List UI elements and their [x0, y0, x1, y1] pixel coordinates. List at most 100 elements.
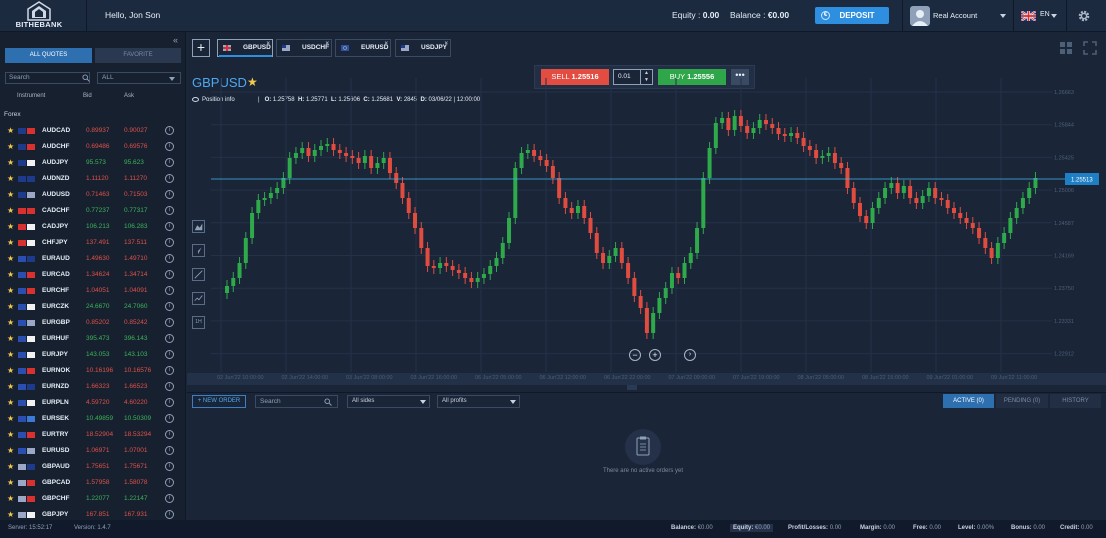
quote-row[interactable]: ★ AUDNZD 1.11120 1.11270 i	[0, 171, 185, 187]
favorite-star-icon[interactable]: ★	[7, 398, 14, 407]
tab-all-quotes[interactable]: ALL QUOTES	[5, 48, 92, 63]
profits-filter-select[interactable]: All profits	[437, 395, 520, 408]
favorite-star-icon[interactable]: ★	[7, 414, 14, 423]
favorite-star-icon[interactable]: ★	[7, 254, 14, 263]
instrument-search-input[interactable]: Search	[5, 72, 90, 84]
tab-history[interactable]: HISTORY	[1050, 394, 1101, 408]
tab-favorite[interactable]: FAVORITE	[95, 48, 181, 63]
tab-active-orders[interactable]: ACTIVE (0)	[943, 394, 994, 408]
favorite-star-icon[interactable]: ★	[7, 510, 14, 519]
info-icon[interactable]: i	[165, 302, 174, 311]
info-icon[interactable]: i	[165, 190, 174, 199]
quote-row[interactable]: ★ CHFJPY 137.491 137.511 i	[0, 235, 185, 251]
column-bid[interactable]: Bid	[83, 93, 92, 99]
favorite-star-icon[interactable]: ★	[7, 190, 14, 199]
favorite-star-icon[interactable]: ★	[7, 270, 14, 279]
resize-handle[interactable]	[627, 385, 637, 390]
quote-row[interactable]: ★ EURCZK 24.6670 24.7060 i	[0, 299, 185, 315]
group-filter-select[interactable]: ALL	[97, 72, 181, 84]
info-icon[interactable]: i	[165, 286, 174, 295]
info-icon[interactable]: i	[165, 462, 174, 471]
info-icon[interactable]: i	[165, 206, 174, 215]
favorite-star-icon[interactable]: ★	[7, 158, 14, 167]
favorite-star-icon[interactable]: ★	[7, 462, 14, 471]
favorite-star-icon[interactable]: ★	[7, 302, 14, 311]
info-icon[interactable]: i	[165, 158, 174, 167]
quote-row[interactable]: ★ AUDUSD 0.71463 0.71503 i	[0, 187, 185, 203]
candlestick-chart[interactable]: 1.26663 1.25844 1.25425 1.25006 1.24587 1.241…	[187, 32, 1106, 372]
favorite-star-icon[interactable]: ★	[7, 334, 14, 343]
chevron-down-icon[interactable]	[1000, 14, 1006, 18]
quote-row[interactable]: ★ EURSEK 10.49859 10.50309 i	[0, 411, 185, 427]
info-icon[interactable]: i	[165, 350, 174, 359]
info-icon[interactable]: i	[165, 382, 174, 391]
info-icon[interactable]: i	[165, 222, 174, 231]
uk-flag-icon[interactable]	[1021, 11, 1036, 21]
favorite-star-icon[interactable]: ★	[7, 174, 14, 183]
info-icon[interactable]: i	[165, 414, 174, 423]
info-icon[interactable]: i	[165, 238, 174, 247]
quote-row[interactable]: ★ EURCAD 1.34624 1.34714 i	[0, 267, 185, 283]
quote-row[interactable]: ★ GBPAUD 1.75651 1.75671 i	[0, 459, 185, 475]
quote-row[interactable]: ★ CADJPY 106.213 106.283 i	[0, 219, 185, 235]
info-icon[interactable]: i	[165, 366, 174, 375]
info-icon[interactable]: i	[165, 142, 174, 151]
favorite-star-icon[interactable]: ★	[7, 366, 14, 375]
quote-row[interactable]: ★ EURTRY 18.52904 18.53294 i	[0, 427, 185, 443]
sides-filter-select[interactable]: All sides	[347, 395, 430, 408]
favorite-star-icon[interactable]: ★	[7, 382, 14, 391]
quote-row[interactable]: ★ AUDCHF 0.69486 0.69576 i	[0, 139, 185, 155]
favorite-star-icon[interactable]: ★	[7, 446, 14, 455]
favorite-star-icon[interactable]: ★	[7, 494, 14, 503]
favorite-star-icon[interactable]: ★	[7, 142, 14, 151]
info-icon[interactable]: i	[165, 174, 174, 183]
quote-row[interactable]: ★ EURNZD 1.66323 1.66523 i	[0, 379, 185, 395]
new-order-button[interactable]: + NEW ORDER	[192, 395, 246, 408]
favorite-star-icon[interactable]: ★	[7, 238, 14, 247]
account-selector[interactable]: Real Account	[933, 11, 977, 20]
collapse-panel-icon[interactable]: «	[173, 35, 178, 45]
quote-row[interactable]: ★ EURNOK 10.16196 10.16576 i	[0, 363, 185, 379]
info-icon[interactable]: i	[165, 398, 174, 407]
group-label-forex[interactable]: Forex	[4, 111, 21, 118]
info-icon[interactable]: i	[165, 510, 174, 519]
favorite-star-icon[interactable]: ★	[7, 206, 14, 215]
info-icon[interactable]: i	[165, 126, 174, 135]
favorite-star-icon[interactable]: ★	[7, 430, 14, 439]
quote-row[interactable]: ★ CADCHF 0.77237 0.77317 i	[0, 203, 185, 219]
deposit-button[interactable]: € DEPOSIT	[815, 7, 889, 24]
favorite-star-icon[interactable]: ★	[7, 318, 14, 327]
zoom-out-icon[interactable]: −	[629, 349, 641, 361]
info-icon[interactable]: i	[165, 270, 174, 279]
column-ask[interactable]: Ask	[124, 93, 134, 99]
quote-row[interactable]: ★ EURHUF 395.473 396.143 i	[0, 331, 185, 347]
orders-search-input[interactable]: Search	[255, 395, 338, 408]
quote-row[interactable]: ★ EURCHF 1.04051 1.04091 i	[0, 283, 185, 299]
quote-row[interactable]: ★ EURJPY 143.053 143.103 i	[0, 347, 185, 363]
quote-row[interactable]: ★ EURAUD 1.49630 1.49710 i	[0, 251, 185, 267]
favorite-star-icon[interactable]: ★	[7, 350, 14, 359]
quote-row[interactable]: ★ GBPJPY 167.851 167.931 i	[0, 507, 185, 520]
info-icon[interactable]: i	[165, 478, 174, 487]
tab-pending-orders[interactable]: PENDING (0)	[996, 394, 1048, 408]
chevron-down-icon[interactable]	[1051, 14, 1057, 18]
quote-row[interactable]: ★ GBPCAD 1.57958 1.58078 i	[0, 475, 185, 491]
quote-row[interactable]: ★ EURUSD 1.06971 1.07001 i	[0, 443, 185, 459]
quote-row[interactable]: ★ EURGBP 0.85202 0.85242 i	[0, 315, 185, 331]
info-icon[interactable]: i	[165, 446, 174, 455]
scroll-right-icon[interactable]: ›	[684, 349, 696, 361]
quote-row[interactable]: ★ EURPLN 4.59720 4.60220 i	[0, 395, 185, 411]
language-selector[interactable]: EN	[1040, 11, 1050, 18]
favorite-star-icon[interactable]: ★	[7, 126, 14, 135]
favorite-star-icon[interactable]: ★	[7, 286, 14, 295]
logo[interactable]: BITHEBANK	[4, 1, 74, 31]
column-instrument[interactable]: Instrument	[17, 93, 45, 99]
zoom-in-icon[interactable]: +	[649, 349, 661, 361]
info-icon[interactable]: i	[165, 318, 174, 327]
info-icon[interactable]: i	[165, 334, 174, 343]
favorite-star-icon[interactable]: ★	[7, 478, 14, 487]
info-icon[interactable]: i	[165, 430, 174, 439]
quote-row[interactable]: ★ AUDCAD 0.89937 0.90027 i	[0, 123, 185, 139]
quote-row[interactable]: ★ AUDJPY 95.573 95.623 i	[0, 155, 185, 171]
avatar[interactable]	[910, 6, 930, 26]
